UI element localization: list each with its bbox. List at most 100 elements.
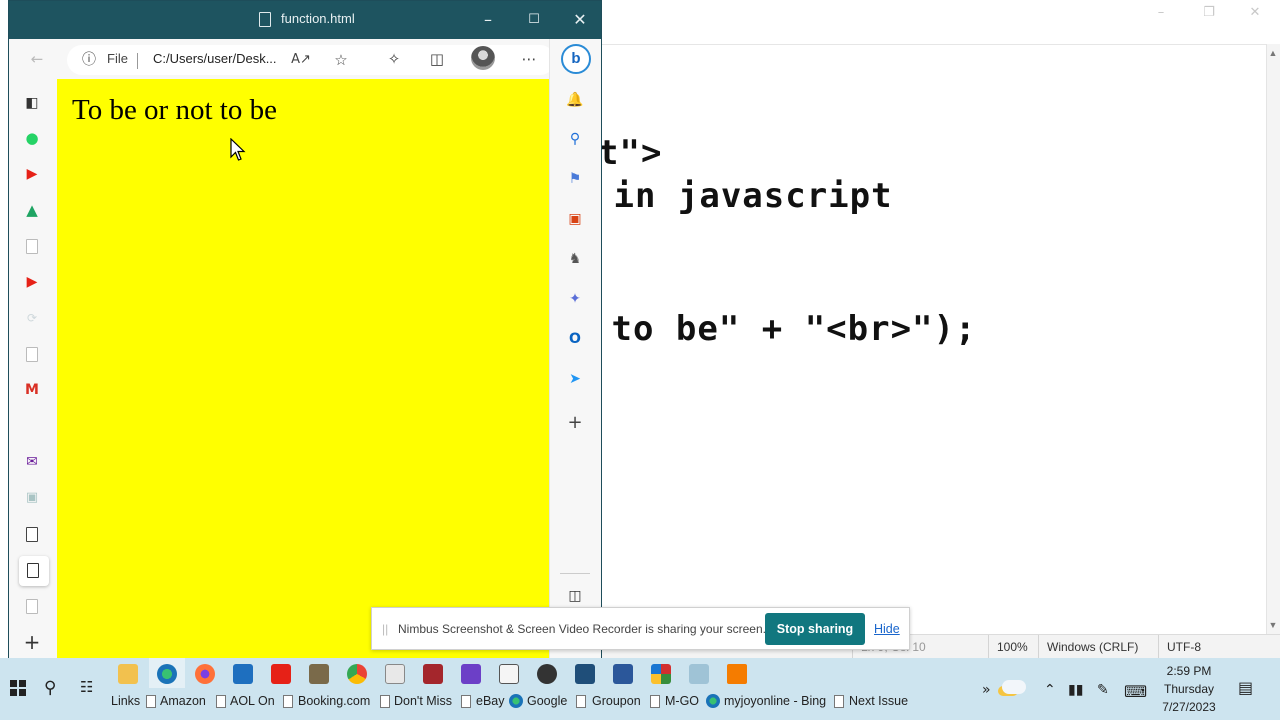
app-icon[interactable] [651,664,671,684]
vlc-icon[interactable] [727,664,747,684]
address-scheme-label: File [107,51,128,66]
windows-start-icon[interactable] [10,680,26,696]
youtube-icon[interactable]: ▶ [21,163,43,185]
file-explorer-icon[interactable] [118,664,138,684]
bookmark-link[interactable]: Don't Miss [394,694,452,708]
info-icon[interactable]: ⓘ [77,48,101,72]
calculator-icon[interactable] [385,664,405,684]
loading-tab-icon[interactable]: ⟳ [21,307,43,329]
app-icon[interactable] [233,664,253,684]
bookmark-link[interactable]: Groupon [592,694,641,708]
app-icon[interactable] [309,664,329,684]
tab-actions-icon[interactable]: ◧ [21,92,43,114]
search-icon[interactable]: ⚲ [44,678,56,698]
page-tab-icon[interactable] [26,527,38,542]
page-text: To be or not to be [72,94,277,126]
youtube-icon[interactable] [271,664,291,684]
yahoo-mail-icon[interactable]: ✉ [21,451,43,473]
page-tab-icon[interactable] [26,347,38,362]
photos-icon[interactable] [575,664,595,684]
back-arrow-icon[interactable]: ← [25,47,49,71]
code-line-3: to be" + "<br>"); [590,309,977,349]
code-editor-area[interactable]: t"> in javascript to be" + "<br>"); [598,44,1266,634]
word-icon[interactable] [613,664,633,684]
google-drive-icon[interactable]: ▲ [21,199,43,221]
drag-grip-icon[interactable]: || [382,622,388,636]
bookmark-link[interactable]: Next Issue [849,694,908,708]
games-icon[interactable]: ♞ [564,248,586,270]
notifications-bell-icon[interactable]: 🔔 [564,89,586,111]
browser-minimize-button[interactable]: – [465,1,511,39]
visual-studio-icon[interactable] [461,664,481,684]
clock-date: 7/27/2023 [1162,700,1216,714]
send-drop-icon[interactable]: ➤ [564,368,586,390]
hide-link[interactable]: Hide [874,622,900,636]
bookmark-link[interactable]: AOL On [230,694,275,708]
mouse-cursor-icon [230,138,246,161]
edge-browser-icon[interactable] [157,664,177,684]
stop-sharing-button[interactable]: Stop sharing [765,613,865,645]
clock-app-icon[interactable] [499,664,519,684]
media-icon[interactable] [537,664,557,684]
editor-restore-button[interactable]: ❐ [1186,2,1232,24]
bookmark-page-icon [146,695,156,708]
firefox-icon[interactable] [195,664,215,684]
chrome-icon[interactable] [347,664,367,684]
editor-scrollbar[interactable] [1266,44,1280,634]
toolbar-overflow-icon[interactable]: » [982,682,991,698]
hide-sidebar-icon[interactable]: ◫ [564,585,586,607]
active-tab[interactable] [19,556,49,586]
sharing-message: Nimbus Screenshot & Screen Video Recorde… [398,622,766,636]
pen-icon[interactable]: ✎ [1097,682,1109,698]
app-icon[interactable] [689,664,709,684]
add-sidebar-app-icon[interactable]: + [564,412,586,434]
browser-close-button[interactable]: ✕ [557,1,603,39]
outlook-icon[interactable]: O [564,328,586,350]
task-view-icon[interactable]: ☷ [80,678,93,696]
favorite-star-icon[interactable]: ☆ [329,48,353,72]
tools-toolbox-icon[interactable]: ▣ [564,208,586,230]
page-tab-icon[interactable] [26,599,38,614]
weather-icon[interactable] [1002,680,1026,694]
extensions-icon[interactable]: ✧ [382,47,406,71]
bookmark-page-icon [283,695,293,708]
edge-favicon-icon [706,694,720,708]
bookmark-link[interactable]: myjoyonline - Bing [724,694,826,708]
bookmark-link[interactable]: Google [527,694,567,708]
show-hidden-icons-chevron-icon[interactable]: ⌃ [1044,682,1056,698]
address-separator [137,53,138,69]
split-screen-icon[interactable]: ◫ [425,47,449,71]
notifications-icon[interactable]: ▤ [1238,678,1253,697]
bing-chat-icon[interactable]: b [561,44,591,74]
scroll-down-icon[interactable]: ▼ [1268,620,1278,630]
app-icon[interactable] [423,664,443,684]
browser-title-bar: function.html – ☐ ✕ [9,1,601,39]
search-icon[interactable]: ⚲ [564,128,586,150]
scroll-up-icon[interactable]: ▲ [1268,48,1278,58]
taskbar-clock[interactable]: 2:59 PM Thursday 7/27/2023 [1150,662,1228,716]
gmail-icon[interactable]: M [21,379,43,401]
read-aloud-icon[interactable]: A↗ [289,48,313,72]
new-tab-plus-icon[interactable]: + [21,631,43,653]
microsoft-365-icon[interactable]: ✦ [564,288,586,310]
bookmark-link[interactable]: M-GO [665,694,699,708]
editor-close-button[interactable]: ✕ [1232,2,1278,24]
profile-avatar[interactable] [471,46,495,70]
whatsapp-icon[interactable]: ● [21,127,43,149]
battery-icon[interactable]: ▮▮ [1068,682,1083,698]
youtube-icon[interactable]: ▶ [21,271,43,293]
more-options-icon[interactable]: ⋯ [517,47,541,71]
keyboard-icon[interactable]: ⌨ [1124,682,1147,701]
bookmark-link[interactable]: eBay [476,694,505,708]
bookmark-link[interactable]: Booking.com [298,694,370,708]
sidebar-divider [560,573,590,574]
shopping-tag-icon[interactable]: ⚑ [564,168,586,190]
document-icon [259,12,271,27]
browser-maximize-button[interactable]: ☐ [511,1,557,39]
page-tab-icon[interactable] [26,239,38,254]
bookmark-link[interactable]: Amazon [160,694,206,708]
editor-minimize-button[interactable]: – [1138,2,1184,24]
browser-title: function.html [281,11,355,26]
address-url[interactable]: C:/Users/user/Desk... [153,51,277,66]
image-tab-icon[interactable]: ▣ [21,487,43,509]
